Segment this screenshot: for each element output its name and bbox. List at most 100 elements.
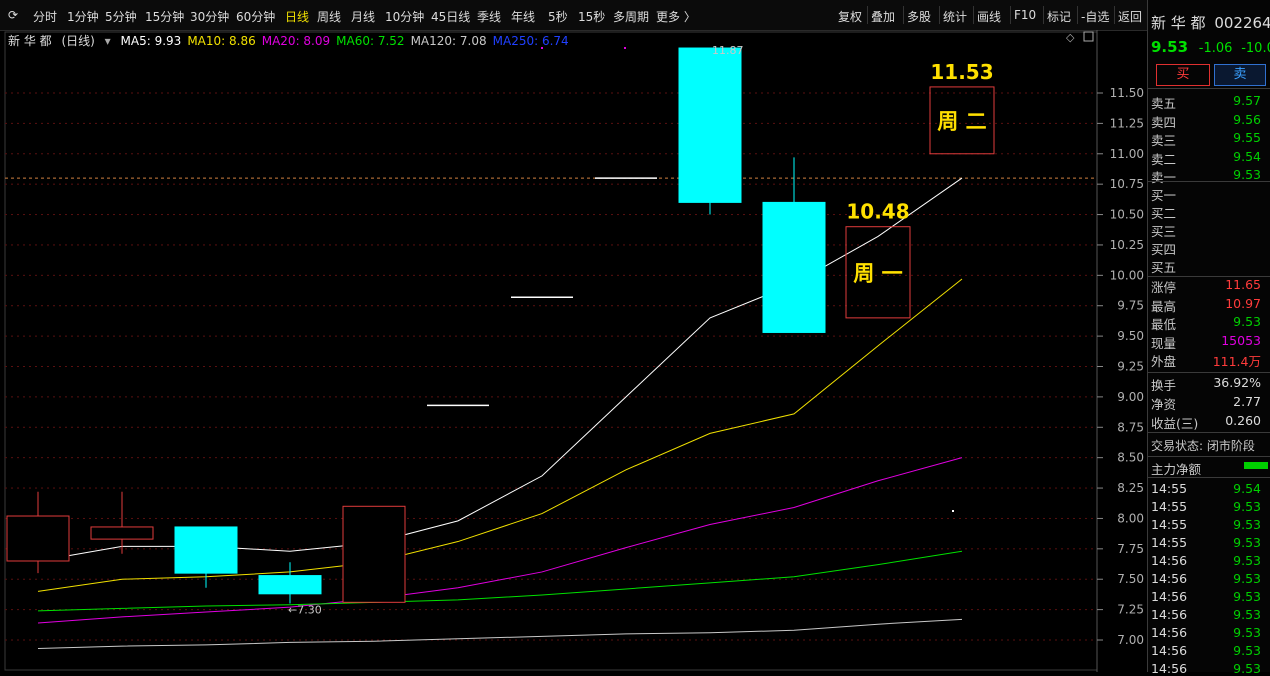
- signal-marker: [624, 47, 626, 49]
- tick-price: 9.53: [1233, 607, 1261, 622]
- tick-price: 9.53: [1233, 499, 1261, 514]
- toolbar-divider: [1043, 6, 1044, 24]
- tick-time: 14:56: [1151, 571, 1188, 586]
- toolbar-button-1[interactable]: 叠加: [871, 8, 895, 25]
- toolbar-button-0[interactable]: 复权: [838, 8, 862, 25]
- tick-price: 9.54: [1233, 481, 1261, 496]
- stat-row-label: 现量: [1151, 335, 1177, 351]
- forecast-price-label: 11.53: [930, 60, 993, 84]
- period-tab-2[interactable]: 5分钟: [105, 8, 137, 25]
- period-tab-4[interactable]: 30分钟: [190, 8, 229, 25]
- period-tab-15[interactable]: 多周期: [613, 8, 649, 25]
- y-tick-label: 7.50: [1117, 572, 1144, 586]
- window-icon[interactable]: [1083, 31, 1094, 42]
- y-tick-label: 7.00: [1117, 633, 1144, 647]
- forecast-day-label: 周 二: [937, 109, 986, 133]
- tick-time: 14:56: [1151, 625, 1188, 640]
- ask-row-label: 卖五: [1151, 96, 1177, 111]
- candle-body[interactable]: [258, 575, 322, 595]
- diamond-icon[interactable]: ◇: [1066, 31, 1075, 44]
- divider: [1148, 181, 1270, 182]
- bid-row-label: 买一: [1151, 188, 1177, 203]
- y-tick-label: 10.00: [1110, 268, 1144, 282]
- forecast-day-label: 周 一: [853, 261, 902, 285]
- tick-price: 9.53: [1233, 535, 1261, 550]
- period-tab-0[interactable]: 分时: [33, 8, 57, 25]
- period-tab-13[interactable]: 5秒: [548, 8, 568, 25]
- candle-body[interactable]: [6, 515, 70, 562]
- tick-time: 14:55: [1151, 481, 1188, 496]
- period-tab-7[interactable]: 周线: [317, 8, 341, 25]
- y-tick-label: 10.75: [1110, 177, 1144, 191]
- kline-chart[interactable]: 11.50 11.25 11.00 10.75 10.50 10.25 10.00 9.75 9…: [0, 30, 1147, 672]
- ma-legend-5: MA250: 6.74: [492, 34, 569, 48]
- ask-row-label: 卖二: [1151, 151, 1177, 167]
- period-tab-3[interactable]: 15分钟: [145, 8, 184, 25]
- sell-button[interactable]: 卖: [1214, 64, 1266, 86]
- quote-change-pct: -10.0: [1241, 41, 1270, 56]
- toolbar-button-8[interactable]: 返回: [1118, 8, 1142, 25]
- period-tab-8[interactable]: 月线: [351, 8, 375, 25]
- ma-line-MA120: [37, 618, 963, 650]
- period-tab-10[interactable]: 45日线: [431, 8, 470, 25]
- y-tick-label: 8.50: [1117, 451, 1144, 465]
- period-tab-1[interactable]: 1分钟: [67, 8, 99, 25]
- period-tab-11[interactable]: 季线: [477, 8, 501, 25]
- toolbar-divider: [973, 6, 974, 24]
- y-tick-label: 10.25: [1110, 238, 1144, 252]
- tick-price: 9.53: [1233, 661, 1261, 676]
- period-tab-5[interactable]: 60分钟: [236, 8, 275, 25]
- ask-row-label: 卖三: [1151, 133, 1177, 148]
- toolbar-button-4[interactable]: 画线: [977, 8, 1001, 25]
- toolbar-button-5[interactable]: F10: [1014, 8, 1036, 22]
- candle-body[interactable]: [174, 526, 238, 574]
- period-tab-12[interactable]: 年线: [511, 8, 535, 25]
- price-annotation: ←7.30: [288, 604, 322, 617]
- toolbar-button-2[interactable]: 多股: [907, 8, 931, 25]
- stat-row-value: 9.53: [1233, 314, 1261, 329]
- toolbar-divider: [939, 6, 940, 24]
- candle-body[interactable]: [90, 526, 154, 540]
- y-tick-label: 7.25: [1117, 603, 1144, 617]
- stat2-row-value: 2.77: [1233, 394, 1261, 409]
- stat-row-label: 外盘: [1151, 354, 1177, 369]
- divider: [1148, 88, 1270, 89]
- stat-row-value: 111.4万: [1212, 354, 1261, 369]
- legend-toggle-icon[interactable]: ▾: [105, 34, 111, 48]
- toolbar-divider: [1114, 6, 1115, 24]
- period-tab-16[interactable]: 更多 〉: [656, 8, 696, 25]
- toolbar-button-6[interactable]: 标记: [1047, 8, 1071, 25]
- trade-status: 交易状态: 闭市阶段: [1151, 439, 1255, 453]
- y-tick-label: 9.00: [1117, 390, 1144, 404]
- tick-time: 14:56: [1151, 607, 1188, 622]
- period-tab-9[interactable]: 10分钟: [385, 8, 424, 25]
- y-tick-label: 7.75: [1117, 542, 1144, 556]
- bid-row-label: 买五: [1151, 260, 1177, 275]
- divider: [1148, 477, 1270, 478]
- period-tab-6[interactable]: 日线: [285, 8, 309, 25]
- candle-body[interactable]: [342, 505, 406, 603]
- refresh-icon[interactable]: ⟳: [8, 8, 18, 22]
- quote-panel: 新 华 都 002264 9.53 -1.06 -10.0 买 卖 卖五 9.57…: [1147, 0, 1270, 676]
- main-flow-label[interactable]: 主力净额: [1151, 459, 1201, 478]
- buy-button[interactable]: 买: [1156, 64, 1210, 86]
- tick-time: 14:55: [1151, 499, 1188, 514]
- y-tick-label: 9.50: [1117, 329, 1144, 343]
- tick-price: 9.53: [1233, 643, 1261, 658]
- stat-row-label: 涨停: [1151, 280, 1177, 295]
- candle-body[interactable]: [762, 201, 826, 333]
- ask-row-value: 9.57: [1233, 93, 1261, 108]
- divider: [1148, 372, 1270, 373]
- divider: [1148, 432, 1270, 433]
- period-tab-14[interactable]: 15秒: [578, 8, 605, 25]
- chart-period: (日线): [61, 34, 95, 48]
- chart-svg[interactable]: 11.50 11.25 11.00 10.75 10.50 10.25 10.00 9.75 9…: [0, 30, 1147, 672]
- toolbar-divider: [1010, 6, 1011, 24]
- bid-row-label: 买二: [1151, 206, 1177, 221]
- ma-legend-0: MA5: 9.93: [120, 34, 182, 48]
- stat-row-value: 11.65: [1225, 277, 1261, 292]
- tick-price: 9.53: [1233, 571, 1261, 586]
- candle-body[interactable]: [678, 47, 742, 203]
- toolbar-button-7[interactable]: -自选: [1081, 8, 1109, 25]
- toolbar-button-3[interactable]: 统计: [943, 8, 967, 25]
